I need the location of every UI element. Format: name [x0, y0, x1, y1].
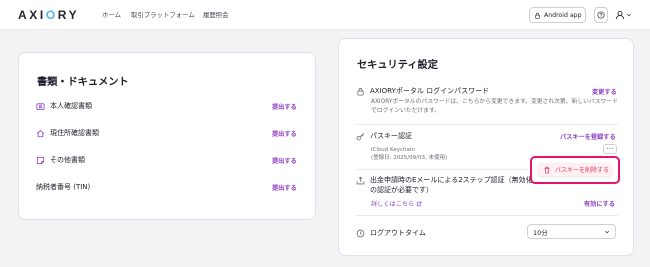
document-row-tin: 納税者番号 (TIN) — [36, 182, 90, 192]
lock-icon — [535, 12, 540, 19]
chevron-down-icon — [604, 230, 610, 233]
home-icon — [36, 129, 45, 137]
user-menu[interactable] — [615, 8, 635, 22]
logout-label: ログアウトタイム — [370, 229, 426, 237]
security-title: セキュリティ設定 — [357, 60, 438, 71]
document-label: 本人確認書類 — [50, 102, 92, 110]
nav-trading-platform[interactable]: 取引プラットフォーム — [131, 10, 195, 19]
lock-icon — [357, 87, 364, 96]
submit-address-link[interactable]: 提出する — [272, 129, 297, 138]
chevron-down-icon — [626, 13, 632, 17]
submit-id-link[interactable]: 提出する — [272, 102, 297, 111]
logout-row: ログアウトタイム — [356, 228, 426, 238]
two-step-label-line2: の認証が必要です） — [370, 186, 433, 194]
passkey-menu-button[interactable]: ... — [603, 144, 617, 154]
passkey-row: パスキー認証 — [356, 131, 412, 141]
document-row-id: 本人確認書類 — [36, 101, 92, 111]
password-label: AXIORYポータル ログインパスワード — [370, 87, 490, 95]
trash-icon — [544, 166, 550, 173]
passkey-device: iCloud Keychain — [371, 147, 415, 153]
register-passkey-link[interactable]: パスキーを登録する — [560, 132, 616, 141]
two-step-label-line2-wrap: の認証が必要です） — [370, 185, 433, 195]
submit-tin-link[interactable]: 提出する — [272, 183, 297, 192]
divider — [356, 124, 618, 125]
two-step-label-line1: 出金申請時のEメールによる2ステップ認証（無効化 — [370, 176, 533, 184]
user-icon — [615, 10, 625, 20]
delete-passkey-label: パスキーを削除する — [555, 167, 610, 174]
help-button[interactable] — [594, 7, 608, 23]
document-row-address: 現住所確認書類 — [36, 128, 99, 138]
document-row-other: その他書類 — [36, 155, 85, 165]
key-icon — [356, 132, 365, 140]
top-header: AXIORY ホーム 取引プラットフォーム 履歴照会 Android app — [0, 0, 650, 30]
document-label: 納税者番号 (TIN) — [36, 183, 91, 191]
two-step-row: 出金申請時のEメールによる2ステップ認証（無効化 — [356, 175, 533, 185]
document-label: 現住所確認書類 — [50, 129, 99, 137]
password-row: AXIORYポータル ログインパスワード — [356, 86, 489, 96]
divider — [356, 215, 618, 216]
password-description: AXIORYポータルのパスワードは、こちらから変更できます。変更され次第、新しい… — [371, 99, 618, 114]
submit-other-link[interactable]: 提出する — [272, 156, 297, 165]
passkey-label: パスキー認証 — [370, 132, 412, 140]
question-icon — [597, 11, 605, 19]
nav-history[interactable]: 履歴照会 — [203, 10, 229, 19]
clock-icon — [356, 229, 365, 237]
documents-title: 書類・ドキュメント — [37, 77, 129, 88]
axiory-logo[interactable]: AXIORY — [18, 8, 79, 22]
logout-time-value: 10分 — [533, 228, 548, 237]
upload-tray-icon — [356, 176, 365, 184]
enable-two-step-link[interactable]: 有効にする — [584, 199, 615, 208]
documents-card: 書類・ドキュメント 本人確認書類 提出する 現住所確認書類 提出する その他書類… — [18, 52, 316, 220]
logout-time-select[interactable]: 10分 — [527, 224, 616, 239]
document-label: その他書類 — [50, 156, 85, 164]
android-app-button[interactable]: Android app — [529, 7, 586, 23]
note-icon — [36, 156, 45, 164]
two-step-details-link[interactable]: 詳しくはこちら — [371, 199, 422, 208]
android-app-label: Android app — [544, 11, 582, 19]
id-card-icon — [36, 102, 45, 110]
change-password-link[interactable]: 変更する — [592, 87, 617, 96]
external-link-icon — [417, 201, 422, 206]
nav-home[interactable]: ホーム — [102, 10, 121, 19]
passkey-registered-date: (登録日: 2025/09/03, 未使用) — [371, 155, 448, 161]
delete-passkey-button[interactable]: パスキーを削除する — [538, 163, 612, 176]
passkey-menu-popup: パスキーを削除する — [530, 156, 620, 184]
